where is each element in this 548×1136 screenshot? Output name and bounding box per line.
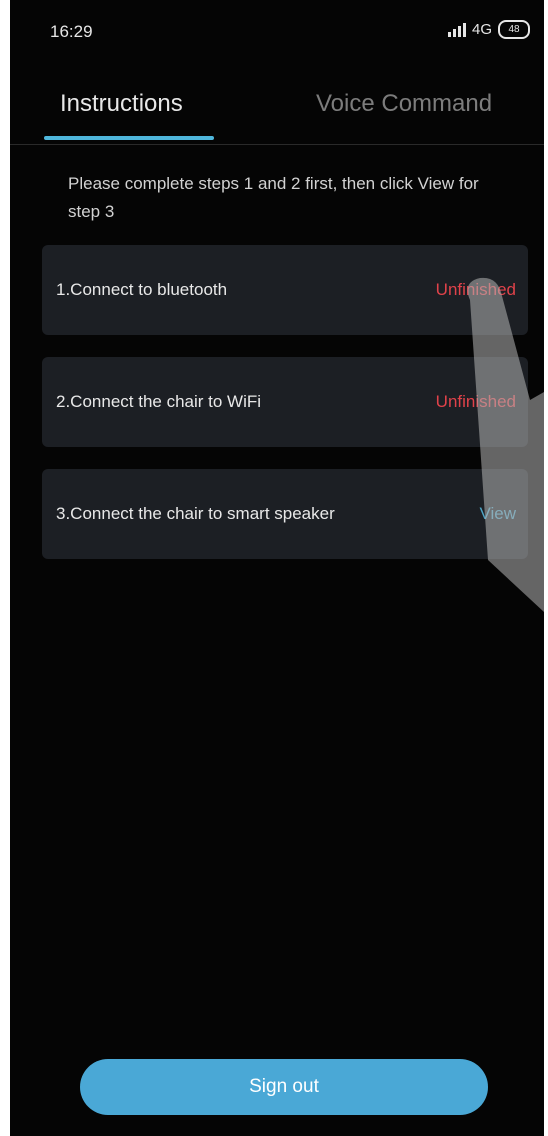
sign-out-button[interactable]: Sign out <box>80 1059 488 1115</box>
network-type: 4G <box>471 21 492 38</box>
step-card-bluetooth[interactable]: 1.Connect to bluetooth Unfinished <box>42 245 528 335</box>
instructions-hint: Please complete steps 1 and 2 first, the… <box>68 174 479 221</box>
step-status: Unfinished <box>435 280 516 299</box>
step-label: 3.Connect the chair to smart speaker <box>56 504 335 523</box>
step-card-smart-speaker[interactable]: 3.Connect the chair to smart speaker Vie… <box>42 469 528 559</box>
battery-icon: 48 <box>498 20 530 39</box>
view-link[interactable]: View <box>479 504 516 524</box>
step-status: Unfinished <box>435 392 516 411</box>
step-label: 2.Connect the chair to WiFi <box>56 392 262 411</box>
signal-icon <box>447 22 466 37</box>
tab-bar: Instructions Voice Command <box>10 80 544 145</box>
step-card-wifi[interactable]: 2.Connect the chair to WiFi Unfinished <box>42 357 528 447</box>
phone-screen: 16:29 4G 48 Instructions Voice Command P… <box>10 0 544 1136</box>
status-indicators: 4G 48 <box>447 20 530 39</box>
tab-instructions[interactable]: Instructions <box>60 90 183 118</box>
tab-voice-command[interactable]: Voice Command <box>316 90 492 118</box>
status-time: 16:29 <box>50 22 93 41</box>
active-tab-indicator <box>44 136 214 140</box>
status-bar: 16:29 4G 48 <box>10 0 544 64</box>
step-label: 1.Connect to bluetooth <box>56 280 228 299</box>
